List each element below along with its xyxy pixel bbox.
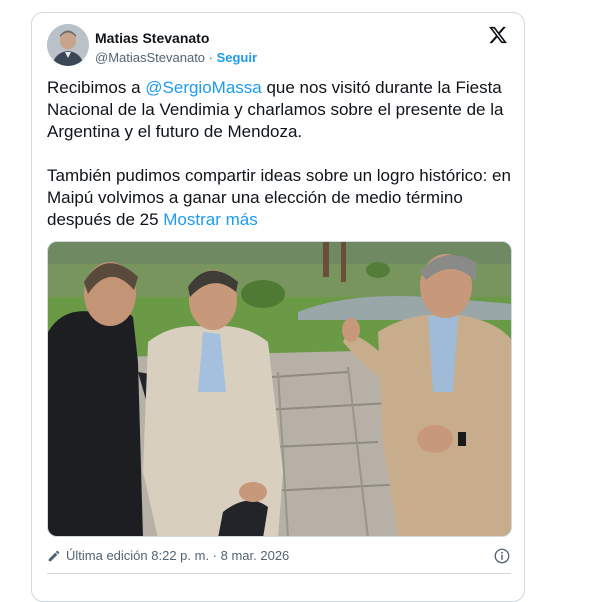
pencil-icon xyxy=(48,550,60,562)
x-logo-icon[interactable] xyxy=(488,25,508,45)
edit-info-text[interactable]: Última edición 8:22 p. m. · 8 mar. 2026 xyxy=(66,546,289,566)
tweet-card[interactable]: Matias Stevanato @MatiasStevanato · Segu… xyxy=(31,12,525,602)
divider xyxy=(47,573,511,574)
tweet-text: Recibimos a @SergioMassa que nos visitó … xyxy=(47,77,515,231)
mention-link[interactable]: @SergioMassa xyxy=(145,78,261,97)
info-icon[interactable] xyxy=(493,547,511,565)
show-more-link[interactable]: Mostrar más xyxy=(163,210,257,229)
edit-history-row[interactable]: Última edición 8:22 p. m. · 8 mar. 2026 xyxy=(47,546,511,566)
handle-row: @MatiasStevanato · Seguir xyxy=(95,50,257,66)
tweet-paragraph-1: Recibimos a @SergioMassa que nos visitó … xyxy=(47,77,515,143)
avatar-photo xyxy=(47,24,89,66)
tweet-photo[interactable] xyxy=(47,241,512,537)
follow-button[interactable]: Seguir xyxy=(217,50,257,65)
author-name[interactable]: Matias Stevanato xyxy=(95,29,209,47)
author-handle[interactable]: @MatiasStevanato xyxy=(95,50,205,65)
text-intro: Recibimos a xyxy=(47,78,146,97)
photo-image xyxy=(48,242,511,536)
author-avatar[interactable] xyxy=(47,24,89,66)
text-body: También pudimos compartir ideas sobre un… xyxy=(47,166,511,229)
separator-dot: · xyxy=(205,50,217,65)
tweet-paragraph-2: También pudimos compartir ideas sobre un… xyxy=(47,165,515,231)
